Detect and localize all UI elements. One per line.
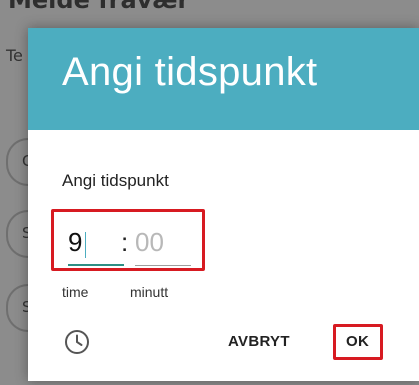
minute-underline: [135, 265, 191, 266]
background-subtitle: Te: [6, 46, 23, 65]
ok-button[interactable]: OK: [346, 333, 369, 350]
hour-underline: [68, 264, 124, 266]
hour-value[interactable]: 9: [68, 227, 82, 258]
cancel-button[interactable]: AVBRYT: [228, 333, 290, 350]
text-cursor: [85, 232, 86, 258]
minute-placeholder[interactable]: 00: [135, 227, 164, 258]
background-page-title: Melde fravær: [8, 0, 190, 14]
dialog-title: Angi tidspunkt: [62, 50, 318, 94]
time-input-label: Angi tidspunkt: [62, 171, 169, 190]
time-separator: :: [121, 227, 129, 257]
hour-caption: time: [62, 284, 89, 300]
minute-input[interactable]: 00: [135, 226, 191, 266]
dialog-header: Angi tidspunkt: [28, 28, 419, 130]
clock-icon[interactable]: [63, 328, 91, 356]
minute-caption: minutt: [130, 284, 169, 300]
hour-input[interactable]: 9: [68, 226, 124, 266]
time-picker-dialog: Angi tidspunkt Angi tidspunkt 9 : 00 tim…: [28, 28, 419, 381]
